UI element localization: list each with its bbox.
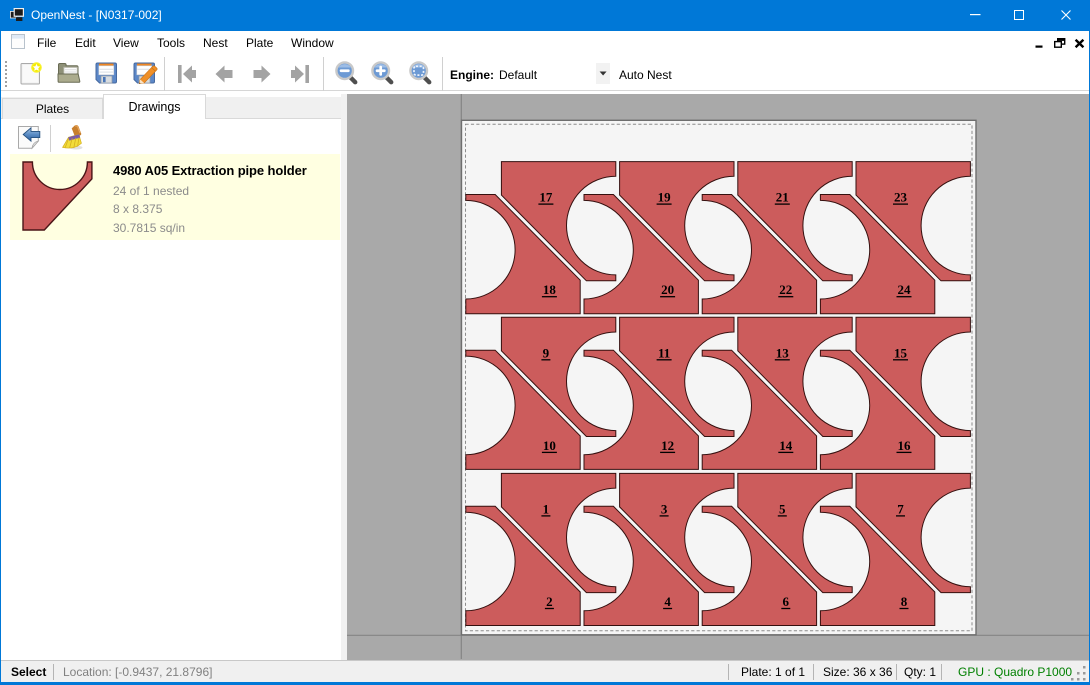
svg-text:2: 2 [546,594,553,609]
svg-text:15: 15 [894,345,908,360]
svg-text:10: 10 [543,438,556,453]
svg-text:21: 21 [776,190,789,205]
svg-text:14: 14 [779,438,793,453]
svg-text:5: 5 [779,501,786,516]
svg-text:8: 8 [901,594,908,609]
svg-text:4: 4 [664,594,671,609]
svg-text:9: 9 [543,345,550,360]
svg-text:17: 17 [539,190,553,205]
svg-text:22: 22 [779,282,792,297]
svg-text:20: 20 [661,282,674,297]
svg-text:23: 23 [894,190,908,205]
svg-text:11: 11 [658,345,670,360]
svg-text:13: 13 [776,345,790,360]
svg-text:3: 3 [661,501,668,516]
svg-text:18: 18 [543,282,557,297]
svg-text:19: 19 [658,190,672,205]
svg-text:1: 1 [543,501,550,516]
svg-text:7: 7 [897,501,904,516]
svg-text:24: 24 [898,282,912,297]
svg-text:6: 6 [783,594,790,609]
svg-text:12: 12 [661,438,674,453]
svg-text:16: 16 [898,438,912,453]
